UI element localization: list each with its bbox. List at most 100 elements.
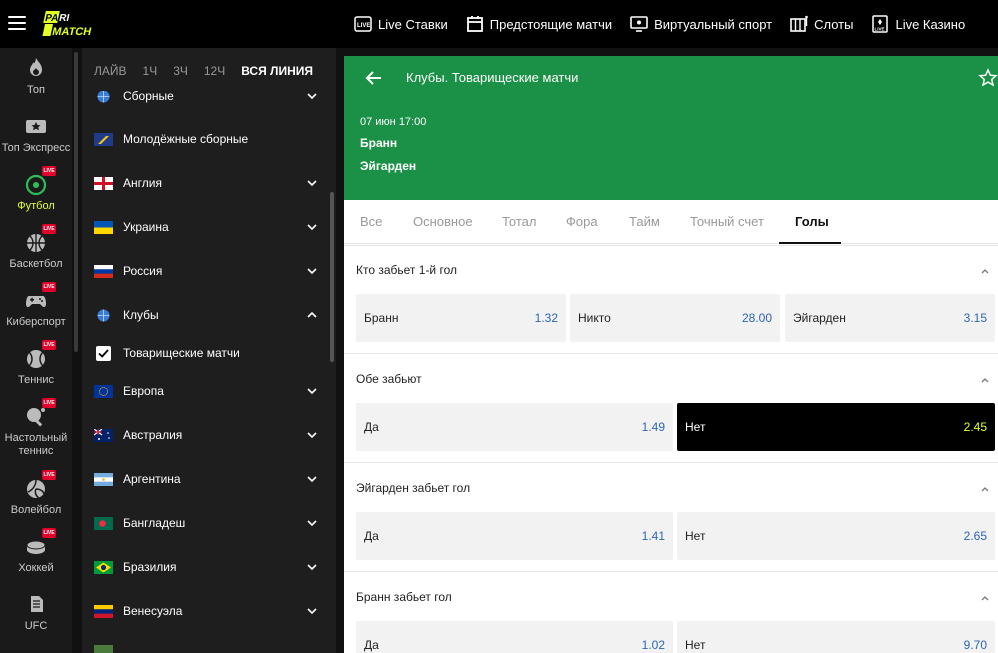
sidebar-item-top-express[interactable]: Топ Экспресс bbox=[0, 114, 72, 155]
odd-button[interactable]: Да 1.02 bbox=[356, 621, 673, 653]
filter-1h[interactable]: 1Ч bbox=[143, 64, 158, 78]
odd-value: 1.32 bbox=[534, 311, 558, 325]
live-badge: LIVE bbox=[42, 340, 56, 350]
sidebar-item-table-tennis[interactable]: LIVE Настольный теннис bbox=[0, 398, 72, 458]
sidebar-item-tennis[interactable]: LIVE Теннис bbox=[0, 340, 72, 387]
nav-slots[interactable]: Слоты bbox=[790, 15, 853, 33]
tab-handicap[interactable]: Фора bbox=[566, 214, 598, 229]
odd-button[interactable]: Нет 2.65 bbox=[677, 512, 995, 560]
top-nav: LIVE Live Ставки Предстоящие матчи Вирту… bbox=[354, 0, 983, 48]
chevron-up-icon[interactable] bbox=[980, 593, 990, 603]
category-label: Молодёжные сборные bbox=[123, 132, 249, 146]
sidebar-item-hockey[interactable]: LIVE Хоккей bbox=[0, 528, 72, 575]
chevron-down-icon bbox=[307, 388, 317, 395]
nav-label: Слоты bbox=[814, 16, 854, 32]
argentina-flag-icon bbox=[94, 472, 113, 486]
tab-goals[interactable]: Голы bbox=[795, 214, 829, 229]
odd-button[interactable]: Бранн 1.32 bbox=[356, 294, 566, 342]
partial-flag-icon bbox=[94, 645, 113, 653]
sidebar-item-volleyball[interactable]: LIVE Волейбол bbox=[0, 470, 72, 517]
odd-button[interactable]: Да 1.49 bbox=[356, 403, 673, 451]
globe-icon bbox=[94, 91, 113, 103]
team-home: Бранн bbox=[360, 136, 398, 150]
chevron-up-icon[interactable] bbox=[980, 484, 990, 494]
category-russia[interactable]: Россия bbox=[94, 261, 318, 281]
sidebar-item-football[interactable]: LIVE Футбол bbox=[0, 166, 72, 213]
market-home-score: Бранн забьет гол Да 1.02 Нет 9.70 bbox=[344, 571, 998, 653]
category-ukraine[interactable]: Украина bbox=[94, 217, 318, 237]
parimatch-logo[interactable]: PA RI MATCH bbox=[40, 10, 120, 38]
svg-text:RI: RI bbox=[58, 13, 70, 24]
sidebar-item-ufc[interactable]: UFC bbox=[0, 592, 72, 633]
odd-button[interactable]: Нет 9.70 bbox=[677, 621, 995, 653]
filter-12h[interactable]: 12Ч bbox=[204, 64, 225, 78]
chevron-down-icon bbox=[307, 520, 317, 527]
category-australia[interactable]: Австралия bbox=[94, 425, 318, 445]
nav-label: Live Казино bbox=[895, 16, 966, 32]
tab-main[interactable]: Основное bbox=[413, 214, 473, 229]
nav-label: Live Ставки bbox=[378, 16, 448, 32]
category-label: Англия bbox=[123, 176, 162, 190]
odd-button[interactable]: Да 1.41 bbox=[356, 512, 673, 560]
tab-total[interactable]: Тотал bbox=[502, 214, 537, 229]
category-argentina[interactable]: Аргентина bbox=[94, 469, 318, 489]
australia-flag-icon bbox=[94, 428, 113, 442]
market-both-score: Обе забьют Да 1.49 Нет 2.45 bbox=[344, 353, 998, 462]
filter-live[interactable]: ЛАЙВ bbox=[94, 64, 127, 78]
nav-live-casino[interactable]: LIVE Live Казино bbox=[871, 15, 965, 33]
top-header: PA RI MATCH LIVE Live Ставки Предстоящие… bbox=[0, 0, 998, 48]
odd-value: 2.65 bbox=[963, 529, 987, 543]
category-venezuela[interactable]: Венесуэла bbox=[94, 601, 318, 621]
filter-all[interactable]: ВСЯ ЛИНИЯ bbox=[241, 64, 313, 78]
category-europe[interactable]: Европа bbox=[94, 381, 318, 401]
odd-value: 1.02 bbox=[641, 638, 665, 652]
flame-icon bbox=[30, 58, 42, 76]
odd-button-selected[interactable]: Нет 2.45 bbox=[677, 403, 995, 451]
league-title: Клубы. Товарищеские матчи bbox=[406, 70, 579, 85]
category-national-teams[interactable]: Сборные bbox=[94, 91, 318, 106]
chevron-up-icon[interactable] bbox=[980, 266, 990, 276]
sidebar-item-basketball[interactable]: LIVE Баскетбол bbox=[0, 224, 72, 271]
sidebar-item-top[interactable]: Топ bbox=[0, 56, 72, 97]
filter-3h[interactable]: 3Ч bbox=[173, 64, 188, 78]
category-label: Товарищеские матчи bbox=[123, 346, 240, 360]
category-label: Европа bbox=[123, 384, 164, 398]
svg-text:MATCH: MATCH bbox=[51, 26, 92, 38]
menu-icon[interactable] bbox=[8, 16, 26, 30]
tab-exact-score[interactable]: Точный счет bbox=[690, 214, 764, 229]
category-brazil[interactable]: Бразилия bbox=[94, 557, 318, 577]
slot-icon bbox=[790, 15, 808, 32]
chevron-down-icon bbox=[307, 224, 317, 231]
sidebar-item-esports[interactable]: LIVE Киберспорт bbox=[0, 282, 72, 329]
sidebar-scrollbar[interactable] bbox=[74, 52, 78, 352]
sidebar-item-label: Баскетбол bbox=[9, 258, 63, 270]
chevron-up-icon[interactable] bbox=[980, 375, 990, 385]
odd-button[interactable]: Никто 28.00 bbox=[570, 294, 780, 342]
chevron-down-icon bbox=[307, 93, 317, 100]
sidebar-item-label: Волейбол bbox=[10, 504, 62, 516]
sidebar-item-label: UFC bbox=[24, 620, 48, 632]
category-friendlies[interactable]: Товарищеские матчи bbox=[94, 343, 318, 363]
market-title: Эйгарден забьет гол bbox=[356, 481, 471, 495]
odd-button[interactable]: Эйгарден 3.15 bbox=[785, 294, 995, 342]
tab-half[interactable]: Тайм bbox=[629, 214, 660, 229]
back-arrow-icon[interactable] bbox=[364, 70, 382, 86]
tab-all[interactable]: Все bbox=[360, 214, 382, 229]
chevron-down-icon bbox=[307, 476, 317, 483]
category-england[interactable]: Англия bbox=[94, 173, 318, 193]
nav-live-bets[interactable]: LIVE Live Ставки bbox=[354, 15, 448, 33]
chevron-up-icon bbox=[307, 311, 317, 318]
nav-upcoming[interactable]: Предстоящие матчи bbox=[466, 15, 612, 33]
favorite-star-icon[interactable] bbox=[978, 68, 998, 88]
category-clubs[interactable]: Клубы bbox=[94, 305, 318, 325]
sports-sidebar: Топ Топ Экспресс LIVE Футбол LIVE Баскет… bbox=[0, 48, 72, 653]
odd-value: 1.41 bbox=[641, 529, 665, 543]
categories-scrollbar[interactable] bbox=[330, 192, 334, 362]
checkbox-checked-icon[interactable] bbox=[96, 345, 111, 361]
odd-label: Эйгарден bbox=[793, 311, 846, 325]
category-bangladesh[interactable]: Бангладеш bbox=[94, 513, 318, 533]
category-label: Бангладеш bbox=[123, 516, 186, 530]
nav-virtual[interactable]: Виртуальный спорт bbox=[630, 15, 772, 33]
category-youth-teams[interactable]: Молодёжные сборные bbox=[94, 129, 318, 149]
venezuela-flag-icon bbox=[94, 604, 113, 618]
